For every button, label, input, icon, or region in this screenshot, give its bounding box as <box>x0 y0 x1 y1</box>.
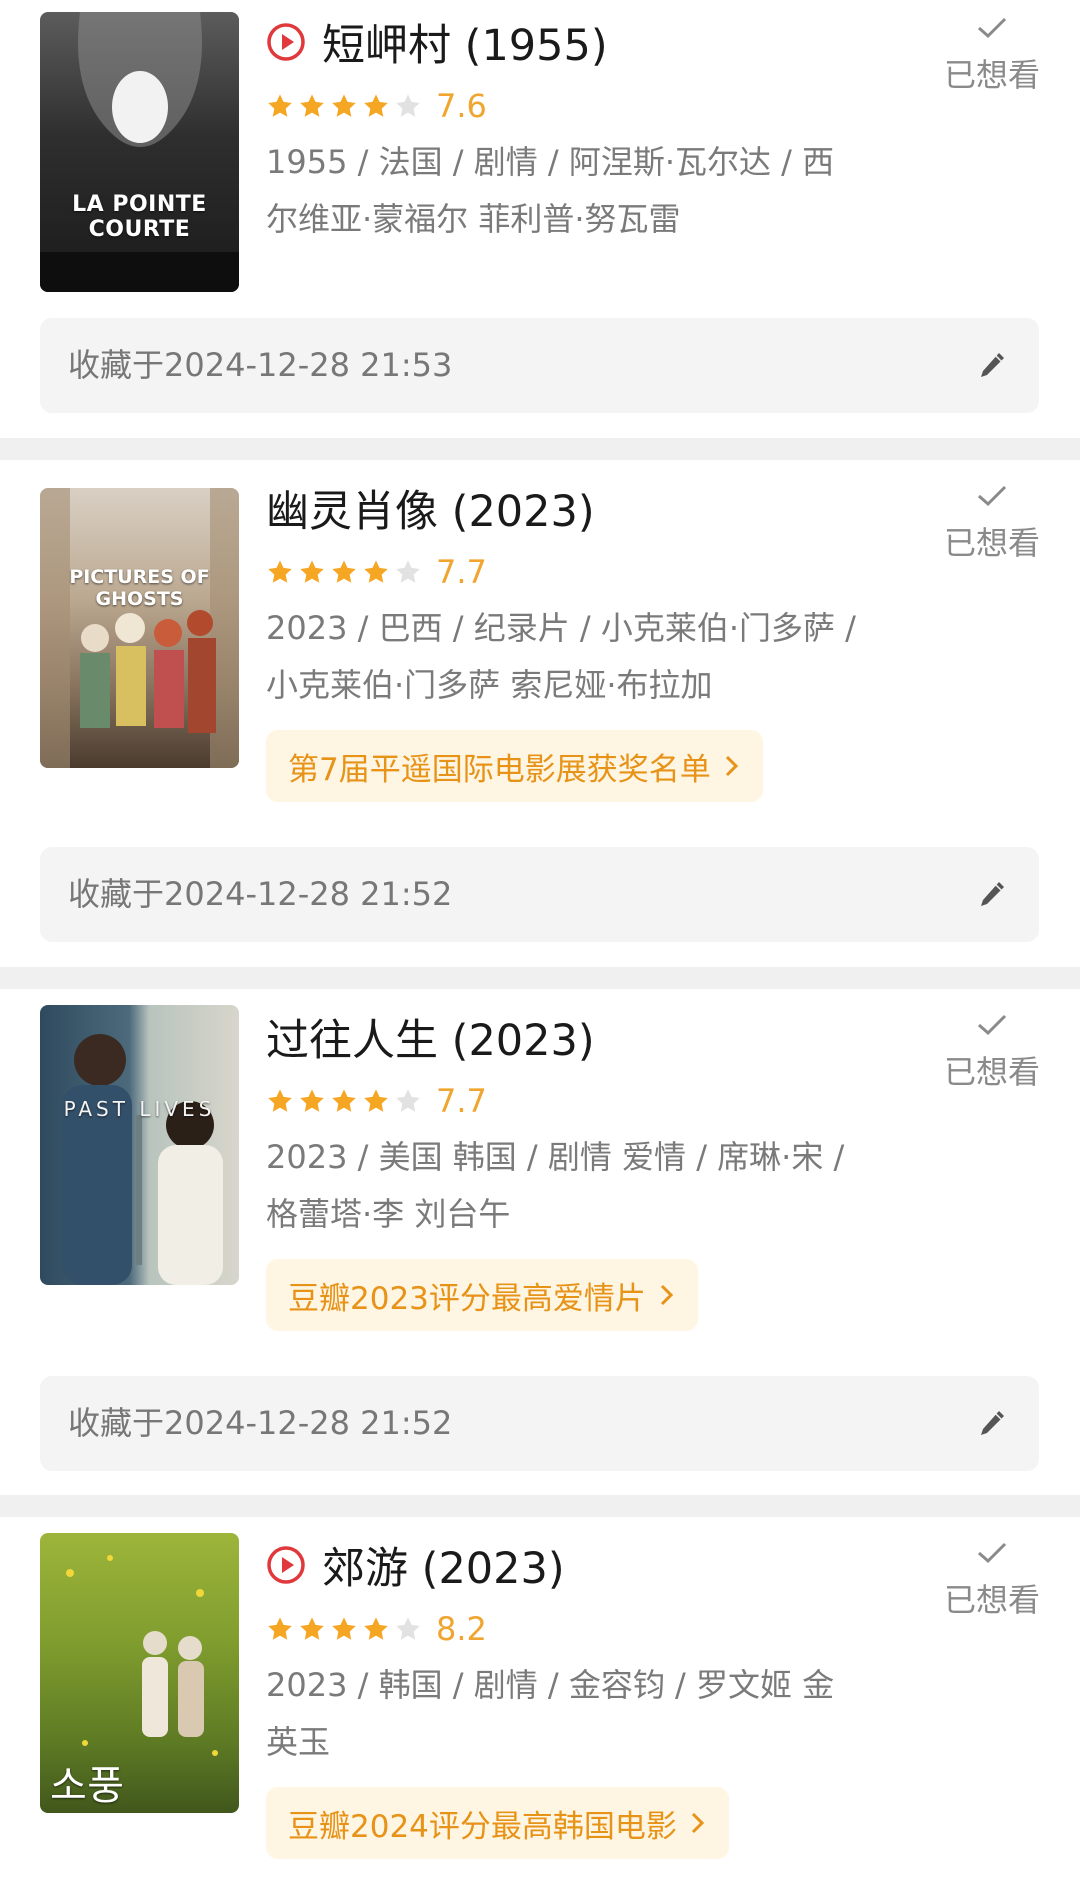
poster-text: PAST LIVES <box>63 1097 216 1121</box>
collect-bar[interactable]: 收藏于2024-12-28 21:52 <box>40 1376 1039 1471</box>
star-icon <box>332 560 356 583</box>
movie-meta: 2023 / 巴西 / 纪录片 / 小克莱伯·门多萨 / 小克莱伯·门多萨 索尼… <box>266 609 856 704</box>
collected-time: 收藏于2024-12-28 21:53 <box>68 346 453 384</box>
movie-title: 短岬村 (1955) <box>322 21 608 71</box>
star-empty-icon <box>396 1089 420 1112</box>
play-icon[interactable] <box>266 22 306 62</box>
star-empty-icon <box>396 1617 420 1640</box>
chevron-right-icon <box>725 755 738 777</box>
chevron-right-icon <box>691 1812 705 1834</box>
wish-status-button[interactable]: 已想看 <box>940 1541 1044 1621</box>
star-icon <box>364 1089 388 1112</box>
star-icon <box>300 1617 324 1640</box>
collection-list: LA POINTE COURTE 短岬村 (1955) 7.6 1955 / 法… <box>0 0 1080 1867</box>
star-icon <box>300 94 324 117</box>
star-icon <box>332 1617 356 1640</box>
star-rating <box>266 92 422 120</box>
tag-label: 第7届平遥国际电影展获奖名单 <box>288 751 711 788</box>
star-empty-icon <box>396 560 420 583</box>
wish-label: 已想看 <box>943 1053 1040 1091</box>
title-row[interactable]: 短岬村 (1955) <box>266 14 608 71</box>
pencil-icon[interactable] <box>977 350 1007 382</box>
chevron-right-icon <box>660 1284 674 1306</box>
list-tag-link[interactable]: 豆瓣2024评分最高韩国电影 <box>266 1787 729 1859</box>
tag-label: 豆瓣2024评分最高韩国电影 <box>288 1808 677 1845</box>
poster-image[interactable]: PICTURES OF GHOSTS <box>40 488 239 768</box>
wish-label: 已想看 <box>943 56 1040 94</box>
title-row[interactable]: 郊游 (2023) <box>266 1537 565 1594</box>
poster-image[interactable]: LA POINTE COURTE <box>40 12 239 292</box>
tag-label: 豆瓣2023评分最高爱情片 <box>288 1280 646 1317</box>
movie-card[interactable]: 소풍 郊游 (2023) 8.2 2023 / 韩国 / 剧情 / 金容钧 / … <box>0 1517 1080 1867</box>
star-icon <box>332 94 356 117</box>
movie-title: 过往人生 (2023) <box>266 1016 595 1066</box>
star-rating <box>266 1087 422 1115</box>
check-icon <box>978 1542 1007 1564</box>
list-tag-link[interactable]: 第7届平遥国际电影展获奖名单 <box>266 730 763 802</box>
rating-row: 7.6 <box>266 84 487 128</box>
play-icon[interactable] <box>266 1545 306 1585</box>
check-icon <box>978 17 1007 39</box>
rating-row: 7.7 <box>266 550 487 594</box>
poster-image[interactable]: PAST LIVES <box>40 1005 239 1285</box>
star-icon <box>300 1089 324 1112</box>
movie-title: 郊游 (2023) <box>322 1544 565 1594</box>
pencil-icon[interactable] <box>977 879 1007 911</box>
title-row[interactable]: 幽灵肖像 (2023) <box>266 480 595 537</box>
poster-image[interactable]: 소풍 <box>40 1533 239 1813</box>
star-rating <box>266 558 422 586</box>
divider <box>0 967 1080 989</box>
wish-status-button[interactable]: 已想看 <box>940 16 1044 96</box>
collect-bar[interactable]: 收藏于2024-12-28 21:53 <box>40 318 1039 413</box>
list-tag-link[interactable]: 豆瓣2023评分最高爱情片 <box>266 1259 698 1331</box>
rating-score: 7.7 <box>436 1082 487 1120</box>
star-icon <box>364 560 388 583</box>
star-icon <box>268 1617 292 1640</box>
rating-score: 8.2 <box>436 1610 487 1648</box>
star-icon <box>332 1089 356 1112</box>
rating-row: 7.7 <box>266 1079 487 1123</box>
star-icon <box>364 1617 388 1640</box>
rating-score: 7.7 <box>436 553 487 591</box>
collect-bar[interactable]: 收藏于2024-12-28 21:52 <box>40 847 1039 942</box>
movie-card[interactable]: PAST LIVES 过往人生 (2023) 7.7 2023 / 美国 韩国 … <box>0 989 1080 1495</box>
star-empty-icon <box>396 94 420 117</box>
movie-meta: 1955 / 法国 / 剧情 / 阿涅斯·瓦尔达 / 西尔维亚·蒙福尔 菲利普·… <box>266 143 835 238</box>
collected-time: 收藏于2024-12-28 21:52 <box>68 875 453 913</box>
star-icon <box>268 560 292 583</box>
movie-card[interactable]: LA POINTE COURTE 短岬村 (1955) 7.6 1955 / 法… <box>0 0 1080 438</box>
collected-time: 收藏于2024-12-28 21:52 <box>68 1404 453 1442</box>
star-icon <box>300 560 324 583</box>
star-icon <box>268 1089 292 1112</box>
movie-meta: 2023 / 韩国 / 剧情 / 金容钧 / 罗文姬 金英玉 <box>266 1666 835 1761</box>
title-row[interactable]: 过往人生 (2023) <box>266 1009 595 1066</box>
rating-row: 8.2 <box>266 1607 487 1651</box>
movie-card[interactable]: PICTURES OF GHOSTS 幽灵肖像 (2023) 7.7 2023 … <box>0 460 1080 967</box>
movie-title: 幽灵肖像 (2023) <box>266 487 595 537</box>
check-icon <box>978 1014 1007 1036</box>
star-rating <box>266 1615 422 1643</box>
movie-meta: 2023 / 美国 韩国 / 剧情 爱情 / 席琳·宋 / 格蕾塔·李 刘台午 <box>266 1138 845 1233</box>
wish-status-button[interactable]: 已想看 <box>940 484 1044 564</box>
divider <box>0 438 1080 460</box>
wish-label: 已想看 <box>943 524 1040 562</box>
check-icon <box>978 485 1007 507</box>
pencil-icon[interactable] <box>977 1408 1007 1440</box>
poster-text: LA POINTE COURTE <box>72 192 207 242</box>
divider <box>0 1495 1080 1517</box>
star-icon <box>364 94 388 117</box>
wish-status-button[interactable]: 已想看 <box>940 1013 1044 1093</box>
poster-text: PICTURES OF GHOSTS <box>69 566 210 610</box>
rating-score: 7.6 <box>436 87 487 125</box>
wish-label: 已想看 <box>943 1581 1040 1619</box>
poster-text: 소풍 <box>50 1763 125 1809</box>
star-icon <box>268 94 292 117</box>
